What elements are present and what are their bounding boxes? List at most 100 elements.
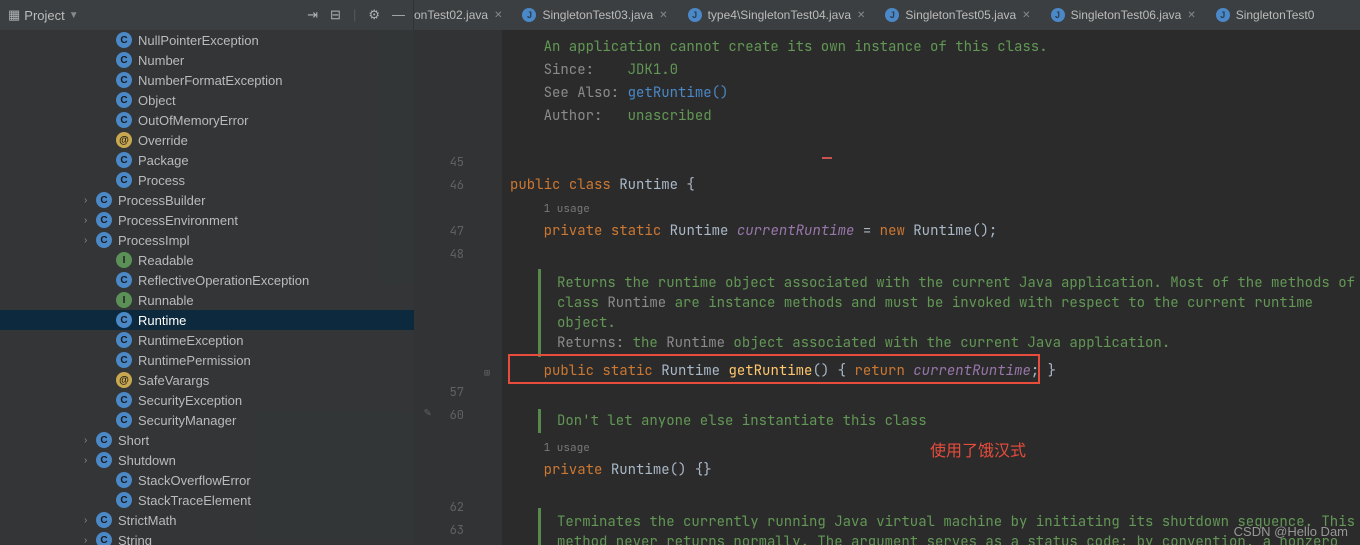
line-number	[414, 289, 464, 312]
class-type-icon: C	[96, 452, 112, 468]
class-type-icon: C	[116, 312, 132, 328]
close-icon[interactable]: ✕	[1187, 10, 1195, 21]
class-type-icon: C	[116, 172, 132, 188]
tree-item-label: Shutdown	[118, 453, 176, 468]
line-number: 60	[414, 404, 464, 427]
expand-arrow-icon[interactable]: ›	[84, 455, 96, 466]
tree-item-label: ProcessImpl	[118, 233, 190, 248]
class-type-icon: C	[96, 532, 112, 545]
line-number	[414, 59, 464, 82]
fold-column: ⊞ ✎	[484, 30, 502, 545]
class-type-icon: C	[116, 472, 132, 488]
line-number	[414, 312, 464, 335]
doc-line: Don't let anyone else instantiate this c…	[557, 411, 1360, 431]
tree-item-securitymanager[interactable]: CSecurityManager	[0, 410, 414, 430]
editor-tab[interactable]: etonTest02.java✕	[414, 0, 512, 30]
javadoc-block: Don't let anyone else instantiate this c…	[538, 409, 1360, 433]
line-number: 62	[414, 496, 464, 519]
editor-tab[interactable]: JSingletonTest0	[1206, 0, 1325, 30]
project-tree[interactable]: CNullPointerExceptionCNumberCNumberForma…	[0, 30, 414, 545]
tree-item-shutdown[interactable]: ›C Shutdown	[0, 450, 414, 470]
doc-seealso-link[interactable]: getRuntime()	[628, 84, 729, 102]
java-file-icon: J	[1216, 8, 1230, 22]
tree-item-runtimeexception[interactable]: CRuntimeException	[0, 330, 414, 350]
tree-item-short[interactable]: ›CShort	[0, 430, 414, 450]
editor-tab[interactable]: JSingletonTest03.java✕	[512, 0, 677, 30]
tree-item-object[interactable]: CObject	[0, 90, 414, 110]
tree-item-runtimepermission[interactable]: CRuntimePermission	[0, 350, 414, 370]
doc-line: object.	[557, 313, 1360, 333]
class-type-icon: C	[116, 352, 132, 368]
class-type-icon: C	[96, 192, 112, 208]
tree-item-numberformatexception[interactable]: CNumberFormatException	[0, 70, 414, 90]
tree-item-nullpointerexception[interactable]: CNullPointerException	[0, 30, 414, 50]
tree-item-process[interactable]: CProcess	[0, 170, 414, 190]
ctor-name: Runtime	[611, 461, 670, 479]
tree-item-label: Package	[138, 153, 189, 168]
tree-item-runnable[interactable]: IRunnable	[0, 290, 414, 310]
tree-item-readable[interactable]: IReadable	[0, 250, 414, 270]
class-type-icon: @	[116, 132, 132, 148]
tree-item-stackoverflowerror[interactable]: CStackOverflowError	[0, 470, 414, 490]
expand-arrow-icon[interactable]: ›	[84, 435, 96, 446]
editor-tab[interactable]: Jtype4\SingletonTest04.java✕	[678, 0, 876, 30]
tree-item-label: StackTraceElement	[138, 493, 251, 508]
kw-new: new	[880, 222, 905, 240]
class-type-icon: C	[96, 232, 112, 248]
class-name: Runtime	[619, 176, 678, 194]
doc-since-value: JDK1.0	[628, 61, 678, 79]
fold-expand-icon[interactable]: ⊞	[484, 366, 490, 379]
tree-item-reflectiveoperationexception[interactable]: CReflectiveOperationException	[0, 270, 414, 290]
tree-item-runtime[interactable]: CRuntime	[0, 310, 414, 330]
tree-item-label: OutOfMemoryError	[138, 113, 249, 128]
usage-hint[interactable]: 1 usage	[544, 202, 590, 216]
tree-item-label: String	[118, 533, 152, 545]
tree-item-package[interactable]: C Package	[0, 150, 414, 170]
tree-item-safevarargs[interactable]: @SafeVarargs	[0, 370, 414, 390]
expand-arrow-icon[interactable]: ›	[84, 515, 96, 526]
kw-private: private	[544, 461, 603, 479]
line-number	[414, 128, 464, 151]
watermark: CSDN @Hello Dam	[1234, 524, 1348, 539]
usage-hint[interactable]: 1 usage	[544, 441, 590, 455]
close-icon[interactable]: ✕	[494, 10, 502, 21]
dropdown-arrow-icon[interactable]: ▼	[69, 10, 79, 21]
expand-arrow-icon[interactable]: ›	[84, 215, 96, 226]
tree-item-processbuilder[interactable]: ›CProcessBuilder	[0, 190, 414, 210]
close-icon[interactable]: ✕	[1022, 10, 1030, 21]
line-number	[414, 335, 464, 358]
java-file-icon: J	[885, 8, 899, 22]
tree-item-processenvironment[interactable]: ›CProcessEnvironment	[0, 210, 414, 230]
tree-item-outofmemoryerror[interactable]: C OutOfMemoryError	[0, 110, 414, 130]
code-editor[interactable]: 4546474857606263 ⊞ ✎ An application cann…	[414, 30, 1360, 545]
close-icon[interactable]: ✕	[659, 10, 667, 21]
class-type-icon: C	[116, 332, 132, 348]
java-file-icon: J	[688, 8, 702, 22]
field-ref: currentRuntime	[913, 362, 1031, 380]
class-type-icon: C	[116, 112, 132, 128]
collapse-all-icon[interactable]: ⊟	[330, 7, 341, 23]
tree-item-label: Number	[138, 53, 184, 68]
line-number	[414, 473, 464, 496]
tree-item-processimpl[interactable]: ›C ProcessImpl	[0, 230, 414, 250]
select-opened-file-icon[interactable]: ⇥	[307, 7, 318, 23]
tree-item-number[interactable]: CNumber	[0, 50, 414, 70]
expand-arrow-icon[interactable]: ›	[84, 195, 96, 206]
editor-tab[interactable]: J SingletonTest05.java ✕	[875, 0, 1040, 30]
hide-icon[interactable]: —	[392, 7, 405, 23]
gear-icon[interactable]: ⚙	[368, 7, 380, 23]
editor-tab[interactable]: JSingletonTest06.java✕	[1041, 0, 1206, 30]
tree-item-securityexception[interactable]: CSecurityException	[0, 390, 414, 410]
java-file-icon: J	[1051, 8, 1065, 22]
tab-label: SingletonTest05.java	[905, 8, 1016, 22]
close-icon[interactable]: ✕	[857, 10, 865, 21]
tree-item-stacktraceelement[interactable]: CStackTraceElement	[0, 490, 414, 510]
class-type-icon: C	[116, 152, 132, 168]
edit-indicator-icon: ✎	[424, 404, 431, 420]
tree-item-strictmath[interactable]: ›CStrictMath	[0, 510, 414, 530]
expand-arrow-icon[interactable]: ›	[84, 535, 96, 545]
code-content[interactable]: An application cannot create its own ins…	[502, 30, 1360, 545]
tree-item-override[interactable]: @Override	[0, 130, 414, 150]
expand-arrow-icon[interactable]: ›	[84, 235, 96, 246]
tree-item-string[interactable]: ›C String	[0, 530, 414, 545]
